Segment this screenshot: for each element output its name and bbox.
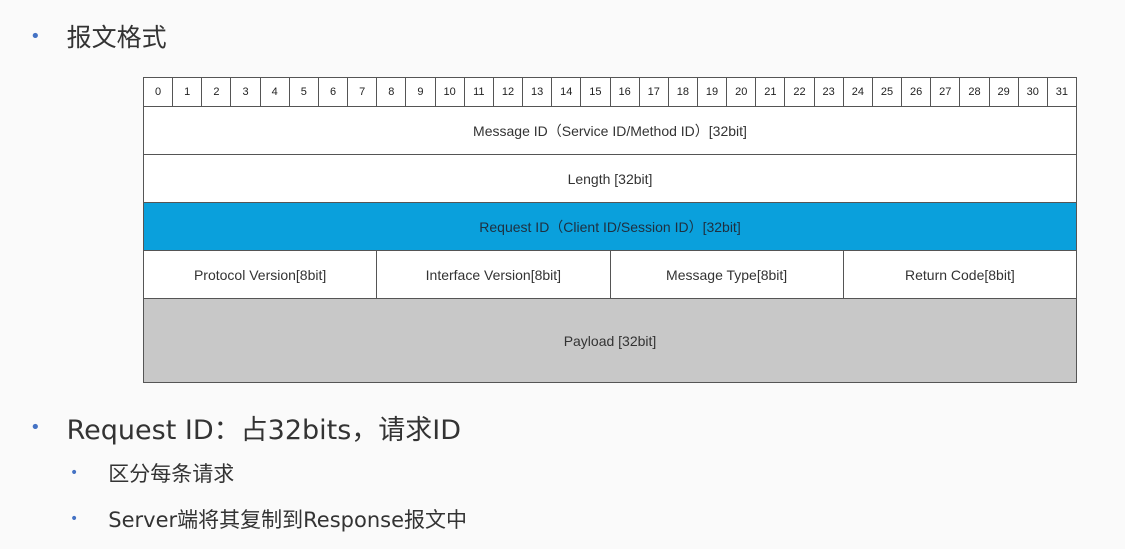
bit-index-cell: 8 — [377, 78, 407, 106]
bullet-icon: • — [30, 25, 41, 47]
sub-bullet-server-copy: • Server端将其复制到Response报文中 — [70, 504, 467, 534]
bit-index-cell: 6 — [319, 78, 349, 106]
message-type-field: Message Type[8bit] — [611, 251, 844, 298]
bit-index-cell: 14 — [552, 78, 582, 106]
bit-index-cell: 3 — [231, 78, 261, 106]
bit-index-cell: 28 — [960, 78, 990, 106]
return-code-field: Return Code[8bit] — [905, 266, 1015, 283]
bullet-icon: • — [70, 465, 79, 481]
bit-index-cell: 5 — [290, 78, 319, 106]
bit-index-cell: 30 — [1019, 78, 1048, 106]
bullet-text: Request ID：占32bits，请求ID — [66, 415, 462, 446]
bit-index-cell: 9 — [406, 78, 436, 106]
bit-index-row: 0 1 2 3 4 5 6 7 8 9 10 11 12 13 14 15 16 17 18 19 20 21 22 23 24… — [144, 78, 1076, 107]
bit-index-cell: 4 — [261, 78, 290, 106]
bit-index-cell: 25 — [873, 78, 903, 106]
payload-field: Payload [32bit] — [144, 299, 1076, 382]
bit-index-cell: 7 — [348, 78, 378, 106]
bit-index-cell: 13 — [523, 78, 553, 106]
bit-index-cell: 17 — [640, 78, 669, 106]
bit-index-cell: 15 — [581, 78, 611, 106]
bit-index-cell: 29 — [990, 78, 1019, 106]
bit-index-cell: 10 — [436, 78, 465, 106]
bit-index-cell: 21 — [756, 78, 786, 106]
header-fields-row: Protocol Version[8bit] Interface Version… — [144, 251, 1076, 299]
message-id-field: Message ID（Service ID/Method ID）[32bit] — [144, 107, 1076, 155]
request-id-field: Request ID（Client ID/Session ID）[32bit] — [144, 203, 1076, 251]
length-field: Length [32bit] — [144, 155, 1076, 203]
bit-index-cell: 31 — [1055, 86, 1069, 98]
sub-bullet-distinguish: • 区分每条请求 — [70, 458, 234, 488]
bit-index-cell: 27 — [931, 78, 961, 106]
bullet-request-id: • Request ID：占32bits，请求ID — [30, 408, 461, 447]
bit-index-cell: 26 — [902, 78, 932, 106]
message-format-diagram: 0 1 2 3 4 5 6 7 8 9 10 11 12 13 14 15 16 17 18 19 20 21 22 23 24… — [143, 77, 1077, 383]
heading-text: 报文格式 — [66, 23, 167, 52]
bit-index-cell: 24 — [844, 78, 873, 106]
bit-index-cell: 22 — [785, 78, 815, 106]
bit-index-cell: 11 — [465, 78, 494, 106]
bit-index-cell: 12 — [494, 78, 524, 106]
bit-index-cell: 23 — [815, 78, 844, 106]
bit-index-cell: 16 — [611, 78, 640, 106]
bit-index-cell: 2 — [202, 78, 232, 106]
bullet-text: Server端将其复制到Response报文中 — [108, 508, 467, 532]
bit-index-cell: 1 — [173, 78, 203, 106]
bullet-icon: • — [70, 511, 79, 527]
bullet-icon: • — [30, 417, 41, 438]
bit-index-cell: 20 — [727, 78, 757, 106]
protocol-version-field: Protocol Version[8bit] — [144, 251, 378, 298]
bit-index-cell: 19 — [698, 78, 728, 106]
bit-index-cell: 0 — [144, 78, 174, 106]
bit-index-cell: 18 — [669, 78, 698, 106]
bullet-text: 区分每条请求 — [108, 462, 235, 486]
interface-version-field: Interface Version[8bit] — [377, 251, 611, 298]
heading: • 报文格式 — [30, 18, 167, 54]
